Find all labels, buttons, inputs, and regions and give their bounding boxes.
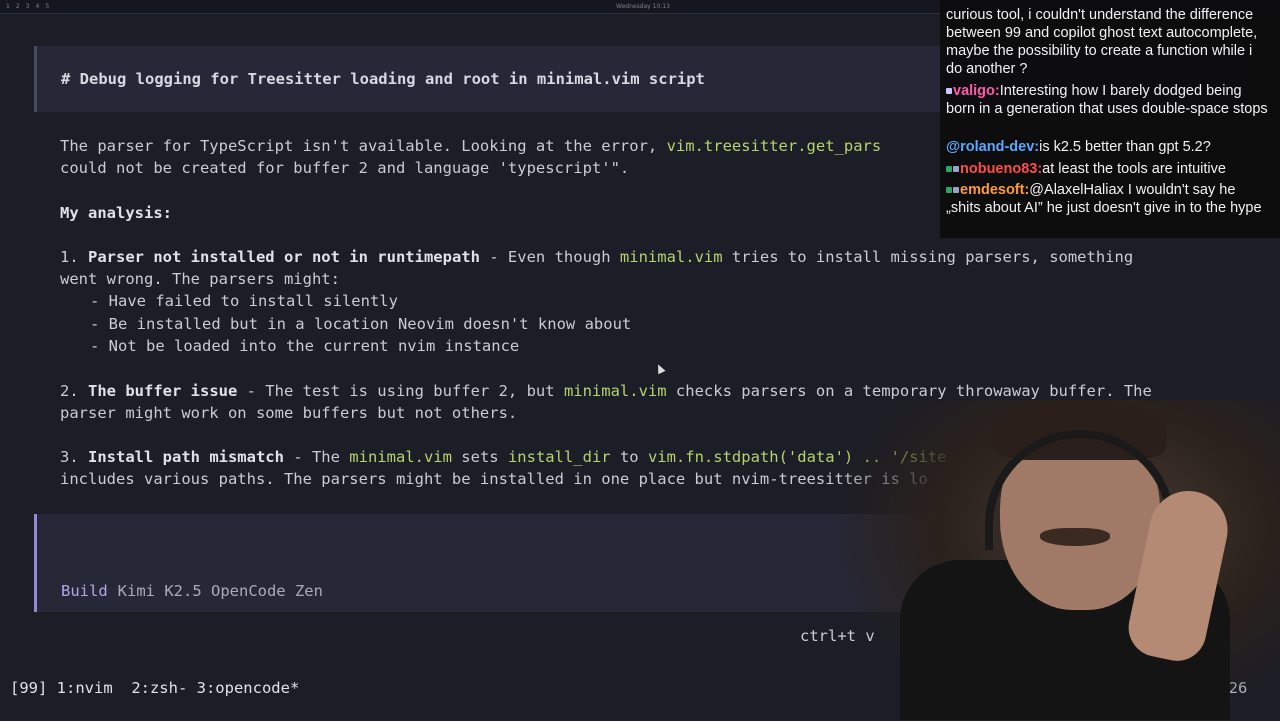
analysis-title: My analysis: bbox=[60, 204, 172, 222]
bullet-item: - Not be loaded into the current nvim in… bbox=[90, 337, 520, 355]
text: The parser for TypeScript isn't availabl… bbox=[60, 137, 667, 155]
paragraph-line: parser might work on some buffers but no… bbox=[60, 404, 518, 422]
badge-icon bbox=[953, 166, 959, 173]
text: - The bbox=[283, 448, 350, 466]
agent-mode[interactable]: Build bbox=[61, 582, 108, 600]
code-span: minimal.vim bbox=[349, 448, 452, 466]
workspace-indicators: 1 2 3 4 5 bbox=[6, 3, 49, 10]
text: - The test is using buffer 2, but bbox=[237, 382, 564, 400]
chat-message: emdesoft:@AlaxelHaliax I wouldn't say he… bbox=[946, 181, 1272, 217]
list-item: 1. Parser not installed or not in runtim… bbox=[60, 248, 1133, 266]
prompt-status: Build Kimi K2.5 OpenCode Zen bbox=[61, 582, 323, 600]
chat-message: curious tool, i couldn't understand the … bbox=[946, 6, 1272, 78]
streamer-mustache bbox=[1040, 528, 1110, 546]
list-item: 3. Install path mismatch - The minimal.v… bbox=[60, 448, 947, 466]
list-number: 3. bbox=[60, 448, 88, 466]
workspace-1[interactable]: 1 bbox=[6, 3, 10, 10]
paragraph-line: The parser for TypeScript isn't availabl… bbox=[60, 137, 881, 155]
chat-message: nobueno83:at least the tools are intuiti… bbox=[946, 160, 1272, 178]
chat-username: nobueno83: bbox=[960, 161, 1043, 177]
text: tries to install missing parsers, someth… bbox=[722, 248, 1134, 266]
tmux-window-list[interactable]: [99] 1:nvim 2:zsh- 3:opencode* bbox=[10, 679, 299, 697]
chat-username: valigo: bbox=[953, 83, 1000, 99]
list-number: 2. bbox=[60, 382, 88, 400]
model-name[interactable]: Kimi K2.5 OpenCode Zen bbox=[118, 582, 323, 600]
chat-message: @roland-dev:is k2.5 better than gpt 5.2? bbox=[946, 138, 1272, 156]
paragraph-line: went wrong. The parsers might: bbox=[60, 270, 340, 288]
list-item-title: Install path mismatch bbox=[88, 448, 284, 466]
chat-text: at least the tools are intuitive bbox=[1042, 161, 1226, 177]
chat-username: emdesoft: bbox=[960, 182, 1030, 198]
list-item-title: Parser not installed or not in runtimepa… bbox=[88, 248, 480, 266]
badge-icon bbox=[946, 88, 952, 95]
paragraph-line: could not be created for buffer 2 and la… bbox=[60, 159, 630, 177]
clock: Wednesday 10:13 bbox=[616, 3, 670, 10]
badge-icon bbox=[953, 187, 959, 194]
keybind-hint: ctrl+t v bbox=[800, 627, 875, 645]
workspace-2[interactable]: 2 bbox=[16, 3, 20, 10]
list-item-title: The buffer issue bbox=[88, 382, 238, 400]
code-span: minimal.vim bbox=[619, 248, 723, 266]
chat-message: valigo:Interesting how I barely dodged b… bbox=[946, 82, 1272, 118]
text: checks parsers on a temporary throwaway … bbox=[666, 382, 1152, 400]
workspace-3[interactable]: 3 bbox=[26, 3, 30, 10]
code-span: minimal.vim bbox=[563, 382, 667, 400]
text: sets bbox=[451, 448, 508, 466]
chat-text: curious tool, i couldn't understand the … bbox=[946, 7, 1258, 77]
workspace-4[interactable]: 4 bbox=[35, 3, 39, 10]
chat-text: is k2.5 better than gpt 5.2? bbox=[1039, 139, 1211, 155]
code-span: install_dir bbox=[507, 448, 611, 466]
list-number: 1. bbox=[60, 248, 88, 266]
code-span: vim.treesitter.get_pars bbox=[666, 137, 882, 155]
paragraph-line: includes various paths. The parsers migh… bbox=[60, 470, 928, 488]
code-span: vim.fn.stdpath('data') .. '/site bbox=[647, 448, 947, 466]
badge-icon bbox=[946, 187, 952, 194]
stream-chat-overlay: curious tool, i couldn't understand the … bbox=[940, 0, 1280, 238]
text: - Even though bbox=[479, 248, 620, 266]
text: to bbox=[610, 448, 648, 466]
chat-username: @roland-dev: bbox=[946, 139, 1040, 155]
list-item: 2. The buffer issue - The test is using … bbox=[60, 382, 1152, 400]
message-heading: # Debug logging for Treesitter loading a… bbox=[61, 70, 705, 88]
badge-icon bbox=[946, 166, 952, 173]
bullet-item: - Have failed to install silently bbox=[90, 292, 398, 310]
mouse-cursor-icon bbox=[654, 362, 666, 375]
workspace-5[interactable]: 5 bbox=[45, 3, 49, 10]
bullet-item: - Be installed but in a location Neovim … bbox=[90, 315, 632, 333]
